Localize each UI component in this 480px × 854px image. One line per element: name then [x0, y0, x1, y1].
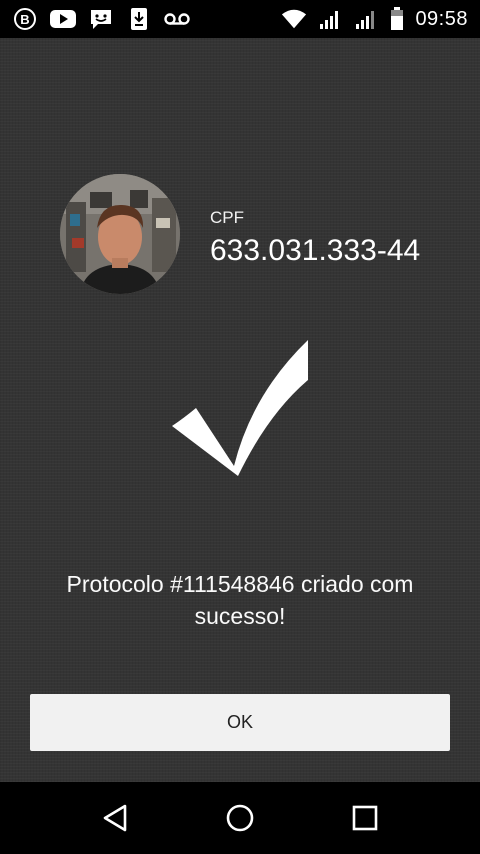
system-status: 09:58: [281, 7, 468, 31]
success-message: Protocolo #111548846 criado com sucesso!: [66, 571, 414, 629]
avatar: [60, 174, 180, 294]
ok-button[interactable]: OK: [30, 694, 450, 751]
success-screen: CPF 633.031.333-44 Protocolo #111548846 …: [0, 38, 480, 782]
download-icon: [126, 8, 152, 30]
youtube-icon: [50, 8, 76, 30]
home-icon[interactable]: [218, 796, 262, 840]
wifi-icon: [281, 8, 307, 30]
cpf-value: 633.031.333-44: [210, 234, 421, 267]
battery-icon: [389, 7, 405, 30]
chat-icon: [88, 8, 114, 30]
status-bar: B 09:58: [0, 0, 480, 38]
signal-icon-2: [353, 8, 379, 30]
navigation-bar: [0, 782, 480, 854]
recents-icon[interactable]: [343, 796, 387, 840]
cpf-label: CPF: [210, 208, 244, 227]
bbm-icon: B: [12, 8, 38, 30]
signal-icon: [317, 8, 343, 30]
clock: 09:58: [415, 7, 468, 30]
checkmark-icon: [170, 338, 310, 478]
back-icon[interactable]: [93, 796, 137, 840]
notification-icons: B: [12, 8, 190, 30]
voicemail-icon: [164, 8, 190, 30]
svg-text:B: B: [20, 12, 29, 27]
